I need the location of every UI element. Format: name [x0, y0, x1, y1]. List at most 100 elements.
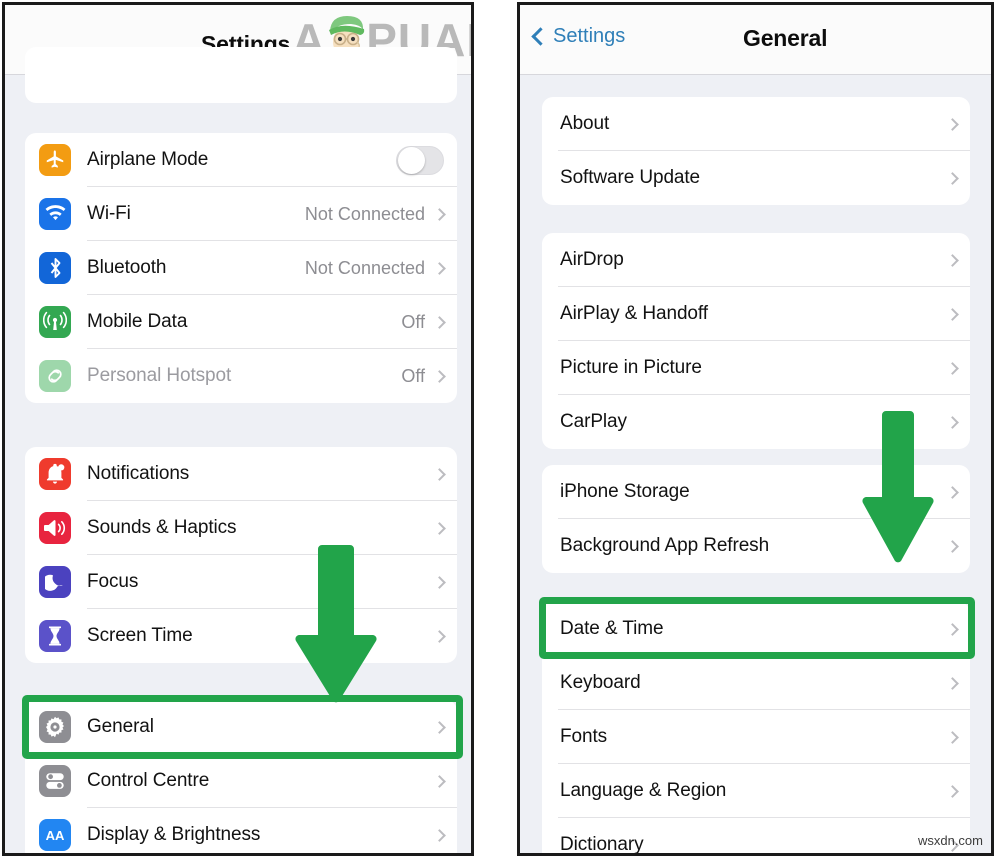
- chevron-right-icon: [946, 676, 959, 690]
- settings-row-label: Mobile Data: [87, 311, 188, 332]
- settings-row[interactable]: iPhone Storage: [542, 465, 970, 519]
- settings-row[interactable]: General: [25, 700, 457, 754]
- chevron-right-icon: [946, 307, 959, 321]
- settings-row[interactable]: Picture in Picture: [542, 341, 970, 395]
- sliders-icon: [39, 765, 71, 797]
- chevron-right-icon: [946, 485, 959, 499]
- chevron-right-icon: [433, 521, 446, 535]
- settings-row-accessory: Not Connected: [304, 187, 446, 241]
- settings-group-alerts: Notifications Sounds & Haptics Focus Screen…: [25, 447, 457, 663]
- back-button-label: Settings: [553, 25, 626, 47]
- chevron-right-icon: [946, 361, 959, 375]
- settings-row-label: Bluetooth: [87, 257, 167, 278]
- chevron-right-icon: [946, 415, 959, 429]
- settings-row-accessory: [433, 501, 446, 555]
- settings-row[interactable]: Focus: [25, 555, 457, 609]
- settings-row[interactable]: AirDrop: [542, 233, 970, 287]
- settings-row-label: Fonts: [560, 726, 608, 747]
- settings-row[interactable]: AA Display & Brightness: [25, 808, 457, 853]
- chevron-right-icon: [946, 784, 959, 798]
- settings-row[interactable]: AirPlay & Handoff: [542, 287, 970, 341]
- settings-screen-right: Settings General A PUA: [517, 2, 994, 856]
- partial-top-card: [25, 47, 457, 103]
- settings-row-accessory: [946, 602, 959, 656]
- settings-row-label: Software Update: [560, 167, 701, 188]
- settings-group-device-info: About Software Update: [542, 97, 970, 205]
- settings-row-accessory: [946, 97, 959, 151]
- chevron-right-icon: [433, 828, 446, 842]
- settings-row-label: Focus: [87, 571, 139, 592]
- settings-row-label: About: [560, 113, 610, 134]
- settings-group-connectivity: Airplane Mode Wi-Fi Not Connected Bluetooth…: [25, 133, 457, 403]
- right-scroll-area[interactable]: About Software Update AirDrop AirPlay & Ha…: [520, 75, 991, 853]
- gear-icon: [39, 711, 71, 743]
- settings-row-label: AirPlay & Handoff: [560, 303, 708, 324]
- settings-row-label: Keyboard: [560, 672, 641, 693]
- settings-row[interactable]: Keyboard: [542, 656, 970, 710]
- settings-row-accessory: [946, 395, 959, 449]
- settings-row-label: CarPlay: [560, 411, 627, 432]
- bell-icon: [39, 458, 71, 490]
- settings-row-label: Notifications: [87, 463, 190, 484]
- cellular-icon: [39, 306, 71, 338]
- hourglass-icon: [39, 620, 71, 652]
- chevron-right-icon: [433, 467, 446, 481]
- settings-row-label: Display & Brightness: [87, 824, 261, 845]
- hotspot-icon: [39, 360, 71, 392]
- settings-screen-left: Settings A PUALS: [2, 2, 474, 856]
- settings-row-label: Airplane Mode: [87, 149, 209, 170]
- screenshot-stage: Settings A PUALS: [0, 0, 996, 858]
- settings-row[interactable]: Mobile Data Off: [25, 295, 457, 349]
- settings-row[interactable]: Fonts: [542, 710, 970, 764]
- text-size-icon: AA: [39, 819, 71, 851]
- settings-row-label: AirDrop: [560, 249, 624, 270]
- settings-row-accessory: [433, 808, 446, 853]
- chevron-right-icon: [433, 315, 446, 329]
- settings-row[interactable]: Notifications: [25, 447, 457, 501]
- moon-icon: [39, 566, 71, 598]
- left-scroll-area[interactable]: Airplane Mode Wi-Fi Not Connected Bluetooth…: [5, 47, 471, 853]
- settings-row[interactable]: Wi-Fi Not Connected: [25, 187, 457, 241]
- settings-row[interactable]: Bluetooth Not Connected: [25, 241, 457, 295]
- settings-row[interactable]: About: [542, 97, 970, 151]
- settings-row-label: Picture in Picture: [560, 357, 702, 378]
- settings-row-accessory: Off: [401, 349, 446, 403]
- settings-row[interactable]: Airplane Mode: [25, 133, 457, 187]
- settings-row-label: General: [87, 716, 154, 737]
- settings-row-accessory: Off: [401, 295, 446, 349]
- wifi-icon: [39, 198, 71, 230]
- settings-row-label: Wi-Fi: [87, 203, 131, 224]
- settings-row-label: Language & Region: [560, 780, 727, 801]
- chevron-right-icon: [946, 730, 959, 744]
- settings-row[interactable]: Personal Hotspot Off: [25, 349, 457, 403]
- settings-row-accessory: [946, 151, 959, 205]
- settings-row-accessory: [946, 233, 959, 287]
- settings-row[interactable]: CarPlay: [542, 395, 970, 449]
- chevron-right-icon: [433, 369, 446, 383]
- settings-row[interactable]: Screen Time: [25, 609, 457, 663]
- chevron-right-icon: [946, 117, 959, 131]
- chevron-right-icon: [433, 261, 446, 275]
- settings-row-accessory: [946, 519, 959, 573]
- settings-row-value: Not Connected: [304, 203, 425, 224]
- settings-row-label: Control Centre: [87, 770, 210, 791]
- settings-row-accessory: [946, 764, 959, 818]
- page-title: General: [743, 25, 828, 51]
- settings-row[interactable]: Control Centre: [25, 754, 457, 808]
- settings-row[interactable]: Date & Time: [542, 602, 970, 656]
- settings-row[interactable]: Software Update: [542, 151, 970, 205]
- settings-row-value: Off: [401, 311, 425, 332]
- settings-row-accessory: [946, 710, 959, 764]
- settings-row-label: Screen Time: [87, 625, 193, 646]
- settings-row[interactable]: Background App Refresh: [542, 519, 970, 573]
- settings-row[interactable]: Dictionary: [542, 818, 970, 853]
- settings-row[interactable]: Language & Region: [542, 764, 970, 818]
- airplane-mode-toggle[interactable]: [396, 145, 444, 175]
- settings-row-accessory: Not Connected: [305, 241, 446, 295]
- airplane-icon: [39, 144, 71, 176]
- settings-row-label: Sounds & Haptics: [87, 517, 237, 538]
- toggle-knob: [398, 146, 425, 174]
- settings-row[interactable]: Sounds & Haptics: [25, 501, 457, 555]
- chevron-right-icon: [946, 539, 959, 553]
- back-button[interactable]: Settings: [531, 25, 626, 48]
